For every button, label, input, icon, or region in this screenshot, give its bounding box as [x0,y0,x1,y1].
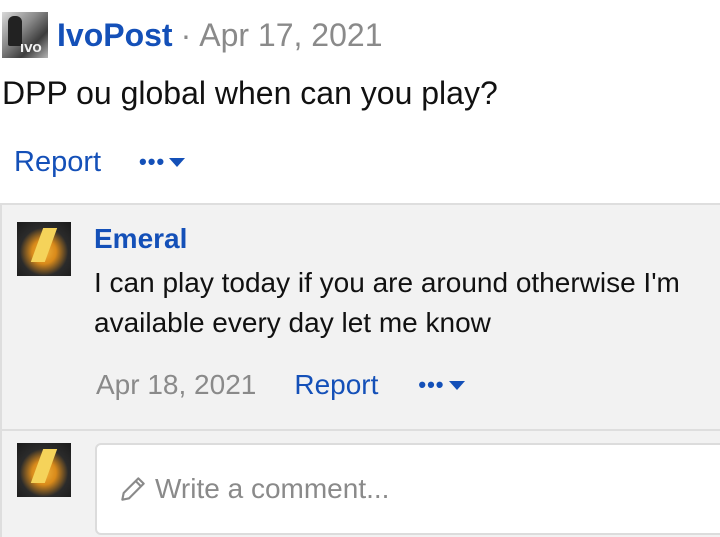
caret-down-icon [169,157,186,167]
reply-more-options-button[interactable]: ••• [418,372,465,398]
comment-input[interactable]: Write a comment... [95,443,720,535]
reply-date[interactable]: Apr 18, 2021 [96,369,256,401]
caret-down-icon [448,380,465,390]
report-link[interactable]: Report [14,146,101,179]
ellipsis-icon: ••• [418,372,445,397]
avatar[interactable]: IVO [2,12,48,58]
avatar-bolt [30,228,58,262]
commenter-avatar [17,443,71,497]
avatar-bolt [30,449,58,483]
avatar-label: IVO [20,42,42,55]
reply-author-link[interactable]: Emeral [94,223,187,255]
reply-block: Emeral I can play today if you are aroun… [0,203,720,537]
more-options-button[interactable]: ••• [139,149,186,175]
reply-body: I can play today if you are around other… [94,267,680,338]
separator-dot: · [180,16,192,53]
divider [2,429,720,431]
post-header: IVO IvoPost · Apr 17, 2021 [0,10,382,60]
post-date[interactable]: Apr 17, 2021 [199,17,382,54]
ellipsis-icon: ••• [139,149,166,174]
post-actions: Report ••• [14,142,186,182]
comment-placeholder: Write a comment... [155,473,390,504]
post-author-link[interactable]: IvoPost [57,17,173,54]
reply-actions: Apr 18, 2021 Report ••• [96,365,465,405]
pencil-icon [121,477,145,501]
reply-report-link[interactable]: Report [294,369,378,401]
post-body: DPP ou global when can you play? [2,75,498,111]
reply-avatar[interactable] [17,222,71,276]
